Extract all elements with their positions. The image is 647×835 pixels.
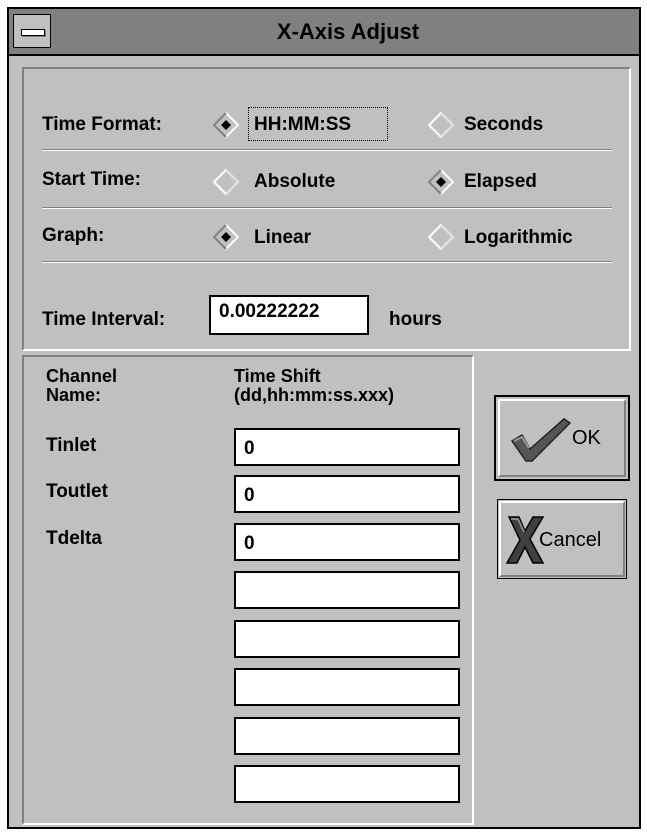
time-shift-input-5[interactable] xyxy=(234,620,460,658)
x-axis-adjust-dialog: X-Axis Adjust Time Format: HH:MM:SS Seco… xyxy=(7,7,641,829)
time-shift-input-8[interactable] xyxy=(234,765,460,803)
options-panel: Time Format: HH:MM:SS Seconds Start Time… xyxy=(22,67,631,351)
start-time-label: Start Time: xyxy=(42,169,141,190)
separator xyxy=(42,261,612,263)
channel-name-header-line1: Channel xyxy=(46,366,118,386)
option-seconds[interactable]: Seconds xyxy=(464,114,543,136)
system-menu-button[interactable] xyxy=(13,14,51,48)
option-linear[interactable]: Linear xyxy=(254,227,311,249)
radio-hhmmss[interactable] xyxy=(211,110,241,140)
time-shift-input-2[interactable]: 0 xyxy=(234,475,460,513)
radio-absolute[interactable] xyxy=(211,167,241,197)
radio-elapsed[interactable] xyxy=(426,167,456,197)
radio-linear[interactable] xyxy=(211,222,241,252)
channel-name-2: Toutlet xyxy=(46,481,108,502)
ok-button[interactable]: OK xyxy=(494,395,630,481)
time-interval-unit: hours xyxy=(389,309,442,330)
graph-label: Graph: xyxy=(42,225,105,246)
option-elapsed[interactable]: Elapsed xyxy=(464,171,537,193)
window-title: X-Axis Adjust xyxy=(276,19,420,44)
option-hhmmss[interactable]: HH:MM:SS xyxy=(254,114,351,136)
channel-shift-panel: Channel Name: Time Shift (dd,hh:mm:ss.xx… xyxy=(22,355,474,825)
time-shift-header-line2: (dd,hh:mm:ss.xxx) xyxy=(234,385,395,405)
time-shift-header: Time Shift (dd,hh:mm:ss.xxx) xyxy=(234,367,394,405)
option-absolute[interactable]: Absolute xyxy=(254,171,335,193)
option-logarithmic[interactable]: Logarithmic xyxy=(464,227,573,249)
radio-logarithmic[interactable] xyxy=(426,222,456,252)
title-bar[interactable]: X-Axis Adjust xyxy=(9,9,639,56)
separator xyxy=(42,207,612,209)
time-shift-input-3[interactable]: 0 xyxy=(234,523,460,561)
time-shift-input-4[interactable] xyxy=(234,571,460,609)
time-interval-label: Time Interval: xyxy=(42,309,166,330)
time-interval-input[interactable]: 0.00222222 xyxy=(209,295,369,335)
cancel-button[interactable]: Cancel xyxy=(497,499,627,579)
check-icon xyxy=(510,418,572,462)
channel-name-3: Tdelta xyxy=(46,528,102,549)
ok-button-face[interactable]: OK xyxy=(498,399,626,477)
channel-name-header-line2: Name: xyxy=(46,385,102,405)
channel-name-header: Channel Name: xyxy=(46,367,117,405)
ok-button-label: OK xyxy=(572,427,601,449)
channel-name-1: Tinlet xyxy=(46,435,97,456)
cancel-button-label: Cancel xyxy=(539,529,602,551)
time-shift-input-1[interactable]: 0 xyxy=(234,428,460,466)
time-format-label: Time Format: xyxy=(42,114,163,135)
cancel-button-face[interactable]: Cancel xyxy=(499,501,625,577)
time-shift-input-7[interactable] xyxy=(234,717,460,755)
time-shift-header-line1: Time Shift xyxy=(234,366,321,386)
time-shift-input-6[interactable] xyxy=(234,668,460,706)
radio-seconds[interactable] xyxy=(426,110,456,140)
system-menu-icon xyxy=(21,29,45,36)
separator xyxy=(42,149,612,151)
